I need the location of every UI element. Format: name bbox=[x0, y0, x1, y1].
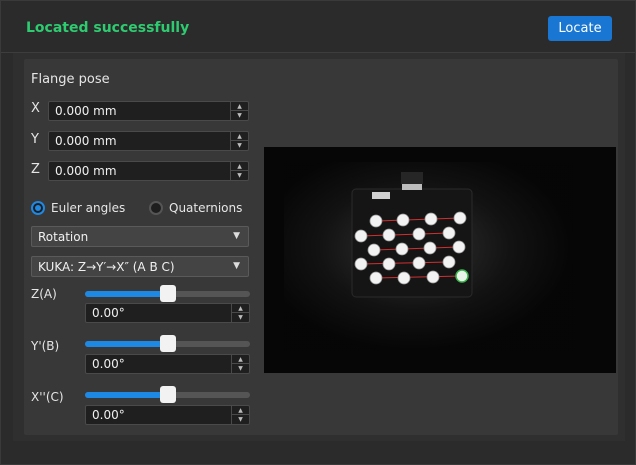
rotation-a-stepper[interactable]: ▲ ▼ bbox=[231, 304, 249, 322]
rotation-c-slider[interactable] bbox=[85, 386, 250, 403]
slider-thumb[interactable] bbox=[160, 285, 176, 302]
rotation-c-value: 0.00° bbox=[92, 408, 125, 422]
quaternions-label: Quaternions bbox=[169, 201, 243, 215]
rotation-a-slider[interactable] bbox=[85, 285, 250, 302]
x-label: X bbox=[31, 101, 40, 116]
rotation-b-spinbox[interactable]: 0.00° ▲ ▼ bbox=[85, 354, 250, 374]
camera-preview-panel bbox=[262, 59, 618, 435]
chevron-down-icon[interactable]: ▼ bbox=[231, 111, 248, 120]
convention-select-value: KUKA: Z→Y′→X″ (A B C) bbox=[38, 260, 175, 274]
x-stepper[interactable]: ▲ ▼ bbox=[230, 102, 248, 120]
rotation-b-value: 0.00° bbox=[92, 357, 125, 371]
y-spinbox[interactable]: 0.000 mm ▲ ▼ bbox=[48, 131, 249, 151]
main-content: Flange pose X 0.000 mm ▲ ▼ Y 0.000 mm ▲ … bbox=[13, 53, 625, 441]
rotation-c-label: X''(C) bbox=[31, 390, 64, 404]
z-stepper[interactable]: ▲ ▼ bbox=[230, 162, 248, 180]
chevron-down-icon[interactable]: ▼ bbox=[232, 415, 249, 424]
slider-fill bbox=[85, 291, 168, 297]
radio-unselected-icon[interactable] bbox=[149, 201, 163, 215]
chevron-up-icon[interactable]: ▲ bbox=[231, 102, 248, 111]
chevron-up-icon[interactable]: ▲ bbox=[231, 162, 248, 171]
rotation-c-stepper[interactable]: ▲ ▼ bbox=[231, 406, 249, 424]
app-window: Located successfully Locate Flange pose … bbox=[0, 0, 636, 465]
convention-select[interactable]: KUKA: Z→Y′→X″ (A B C) ▼ bbox=[31, 256, 249, 277]
calibration-board-image bbox=[264, 147, 616, 373]
radio-selected-icon[interactable] bbox=[31, 201, 45, 215]
rotation-b-label: Y'(B) bbox=[31, 339, 60, 353]
quaternions-radio[interactable]: Quaternions bbox=[149, 201, 242, 215]
x-spinbox[interactable]: 0.000 mm ▲ ▼ bbox=[48, 101, 249, 121]
x-value: 0.000 mm bbox=[55, 104, 117, 118]
slider-thumb[interactable] bbox=[160, 386, 176, 403]
rotation-c-spinbox[interactable]: 0.00° ▲ ▼ bbox=[85, 405, 250, 425]
chevron-up-icon[interactable]: ▲ bbox=[231, 132, 248, 141]
chevron-down-icon[interactable]: ▼ bbox=[231, 171, 248, 180]
locate-button[interactable]: Locate bbox=[548, 16, 612, 41]
chevron-down-icon[interactable]: ▼ bbox=[231, 141, 248, 150]
chevron-up-icon[interactable]: ▲ bbox=[232, 304, 249, 313]
chevron-up-icon[interactable]: ▲ bbox=[232, 406, 249, 415]
status-text: Located successfully bbox=[26, 20, 190, 36]
y-value: 0.000 mm bbox=[55, 134, 117, 148]
rotation-a-value: 0.00° bbox=[92, 306, 125, 320]
chevron-down-icon: ▼ bbox=[233, 231, 240, 241]
slider-fill bbox=[85, 392, 168, 398]
mode-select[interactable]: Rotation ▼ bbox=[31, 226, 249, 247]
mode-select-value: Rotation bbox=[38, 230, 89, 244]
rotation-a-spinbox[interactable]: 0.00° ▲ ▼ bbox=[85, 303, 250, 323]
rotation-b-slider[interactable] bbox=[85, 335, 250, 352]
chevron-up-icon[interactable]: ▲ bbox=[232, 355, 249, 364]
chevron-down-icon[interactable]: ▼ bbox=[232, 313, 249, 322]
rotation-b-stepper[interactable]: ▲ ▼ bbox=[231, 355, 249, 373]
z-value: 0.000 mm bbox=[55, 164, 117, 178]
y-stepper[interactable]: ▲ ▼ bbox=[230, 132, 248, 150]
rotation-a-label: Z(A) bbox=[31, 287, 57, 301]
euler-angles-label: Euler angles bbox=[51, 201, 126, 215]
panel-title: Flange pose bbox=[31, 72, 110, 87]
chevron-down-icon: ▼ bbox=[233, 261, 240, 271]
status-header: Located successfully Locate bbox=[1, 1, 635, 53]
chevron-down-icon[interactable]: ▼ bbox=[232, 364, 249, 373]
flange-pose-panel: Flange pose X 0.000 mm ▲ ▼ Y 0.000 mm ▲ … bbox=[24, 59, 264, 435]
slider-fill bbox=[85, 341, 168, 347]
y-label: Y bbox=[31, 132, 39, 147]
z-label: Z bbox=[31, 162, 40, 177]
camera-image bbox=[264, 147, 616, 373]
euler-angles-radio[interactable]: Euler angles bbox=[31, 201, 125, 215]
slider-thumb[interactable] bbox=[160, 335, 176, 352]
z-spinbox[interactable]: 0.000 mm ▲ ▼ bbox=[48, 161, 249, 181]
